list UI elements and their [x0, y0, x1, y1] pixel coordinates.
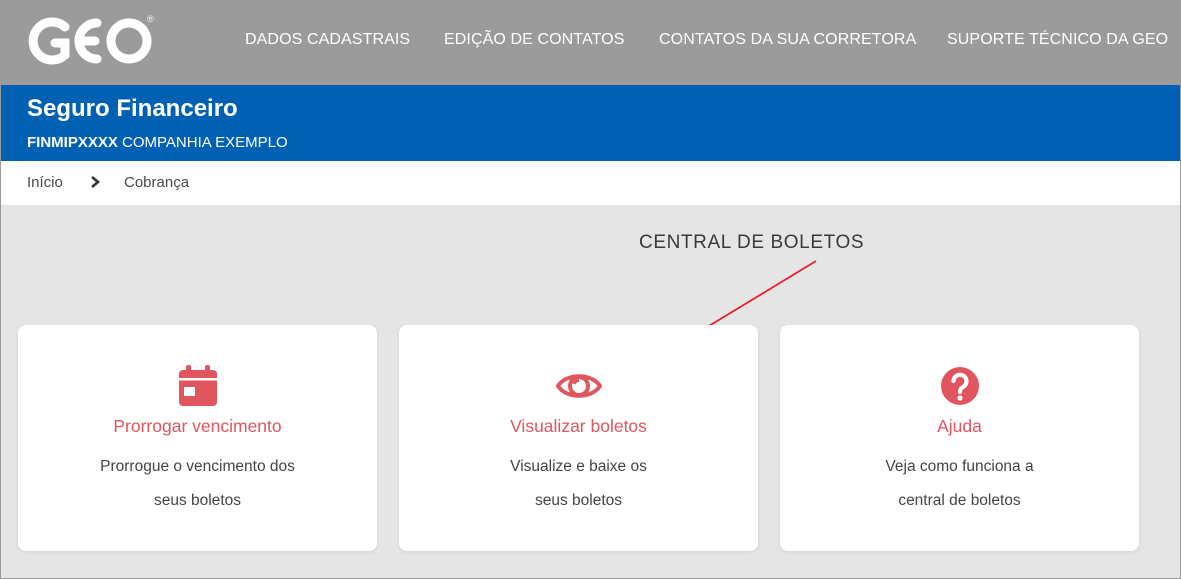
card-description-line: Veja como funciona a — [885, 458, 1034, 475]
card-description: Veja como funciona a central de boletos — [780, 450, 1139, 518]
annotation-label: CENTRAL DE BOLETOS — [639, 232, 865, 253]
geo-logo[interactable]: ® — [25, 11, 157, 71]
card-description-line: central de boletos — [898, 492, 1021, 509]
company-name: COMPANHIA EXEMPLO — [122, 134, 288, 151]
nav-edicao-de-contatos[interactable]: EDIÇÃO DE CONTATOS — [444, 31, 625, 49]
card-description-line: seus boletos — [534, 492, 623, 509]
breadcrumb-home[interactable]: Início — [27, 174, 63, 191]
card-title: Ajuda — [937, 416, 982, 436]
card-prorrogar-vencimento[interactable]: Prorrogar vencimento Prorrogue o vencime… — [18, 325, 377, 551]
card-description: Visualize e baixe os seus boletos — [399, 450, 758, 518]
card-description-line: Prorrogue o vencimento dos — [100, 458, 295, 475]
product-title: Seguro Financeiro — [27, 95, 238, 122]
registered-mark: ® — [147, 14, 154, 24]
nav-dados-cadastrais[interactable]: DADOS CADASTRAIS — [245, 31, 410, 49]
product-code: FINMIPXXXX — [27, 134, 118, 151]
card-description-line: seus boletos — [153, 492, 242, 509]
chevron-right-icon — [91, 176, 101, 188]
question-icon — [940, 367, 979, 405]
eye-icon — [555, 374, 602, 398]
card-title: Prorrogar vencimento — [113, 416, 282, 436]
nav-suporte-tecnico[interactable]: SUPORTE TÉCNICO DA GEO — [947, 31, 1168, 49]
calendar-icon — [178, 365, 217, 406]
card-description-line: Visualize e baixe os — [510, 458, 647, 475]
breadcrumb: Início Cobrança — [1, 161, 1180, 205]
breadcrumb-current: Cobrança — [124, 174, 190, 191]
product-subtitle: FINMIPXXXX COMPANHIA EXEMPLO — [27, 134, 288, 151]
nav-contatos-da-sua-corretora[interactable]: CONTATOS DA SUA CORRETORA — [659, 31, 916, 49]
card-title: Visualizar boletos — [510, 416, 647, 436]
card-ajuda[interactable]: Ajuda Veja como funciona a central de bo… — [780, 325, 1139, 551]
top-navigation-bar: ® DADOS CADASTRAIS EDIÇÃO DE CONTATOS CO… — [1, 1, 1180, 85]
card-visualizar-boletos[interactable]: Visualizar boletos Visualize e baixe os … — [399, 325, 758, 551]
card-description: Prorrogue o vencimento dos seus boletos — [18, 450, 377, 518]
